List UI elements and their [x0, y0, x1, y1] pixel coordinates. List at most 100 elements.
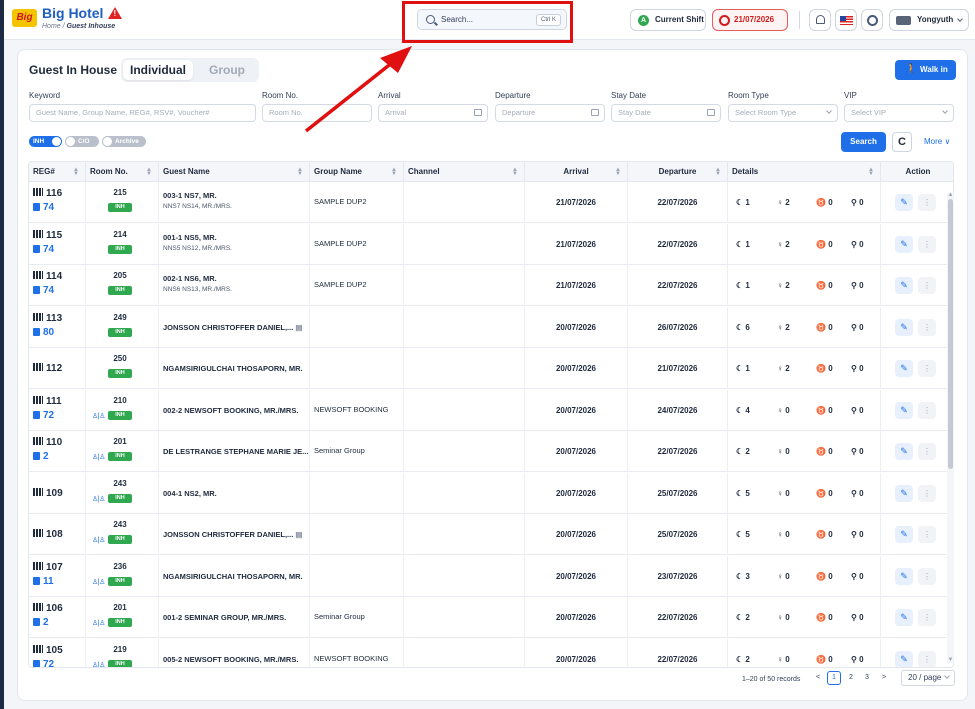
- edit-button[interactable]: ✎: [895, 235, 913, 253]
- reservation-link[interactable]: 2: [33, 617, 49, 628]
- reservation-link[interactable]: 2: [33, 451, 49, 462]
- more-actions-button[interactable]: ⋮: [918, 567, 936, 585]
- edit-button[interactable]: ✎: [895, 567, 913, 585]
- table-row[interactable]: 113 80 249 INH JONSSON CHRISTOFFER DANIEL,..…: [29, 306, 953, 348]
- scroll-down-arrow[interactable]: ▼: [947, 657, 954, 663]
- reservation-link[interactable]: 72: [33, 410, 54, 421]
- guest-name[interactable]: 004-1 NS2, MR.: [163, 489, 217, 498]
- table-row[interactable]: 109 243 ♙|♙ INH 004-1 NS2, MR. 20/07/2026 25/0…: [29, 472, 953, 514]
- table-row[interactable]: 107 11 236 ♙|♙ INH NGAMSIRIGULCHAI THOSAPORN,…: [29, 555, 953, 597]
- more-actions-button[interactable]: ⋮: [918, 235, 936, 253]
- user-menu-button[interactable]: Yongyuth: [889, 9, 969, 31]
- reservation-link[interactable]: 11: [33, 576, 54, 587]
- more-actions-button[interactable]: ⋮: [918, 360, 936, 377]
- column-header-departure[interactable]: Departure ▲ ▼: [628, 162, 728, 182]
- reg-number[interactable]: 116: [33, 188, 62, 199]
- reservation-link[interactable]: 74: [33, 285, 54, 296]
- room-no-input[interactable]: Room No.: [262, 104, 372, 122]
- guest-name[interactable]: 002-2 NEWSOFT BOOKING, MR./MRS.: [163, 406, 298, 415]
- page-2-button[interactable]: 2: [844, 671, 858, 685]
- reg-number[interactable]: 106: [33, 603, 63, 614]
- page-size-select[interactable]: 20 / page: [901, 670, 955, 686]
- reservation-link[interactable]: 80: [33, 327, 54, 338]
- more-filters-link[interactable]: More ∨: [924, 137, 950, 146]
- scrollbar-thumb[interactable]: [948, 199, 953, 469]
- reg-number[interactable]: 115: [33, 229, 62, 241]
- reservation-link[interactable]: 74: [33, 202, 54, 213]
- edit-button[interactable]: ✎: [895, 277, 913, 294]
- page-3-button[interactable]: 3: [860, 671, 874, 685]
- reg-number[interactable]: 110: [33, 437, 62, 448]
- table-row[interactable]: 111 72 210 ♙|♙ INH 002-2 NEWSOFT BOOKING, MR.…: [29, 389, 953, 431]
- keyword-input[interactable]: Guest Name, Group Name, REG#, RSV#, Vouc…: [29, 104, 256, 122]
- warning-icon[interactable]: !: [108, 7, 123, 19]
- page-1-button[interactable]: 1: [827, 671, 841, 685]
- guest-name[interactable]: NGAMSIRIGULCHAI THOSAPORN, MR.: [163, 572, 303, 581]
- reg-number[interactable]: 111: [33, 395, 62, 407]
- column-header-channel[interactable]: Channel ▲ ▼: [404, 162, 525, 182]
- table-row[interactable]: 115 74 214 INH 001-1 NS5, MR. NNS5 NS12, MR./…: [29, 223, 953, 265]
- edit-button[interactable]: ✎: [895, 609, 913, 626]
- edit-button[interactable]: ✎: [895, 318, 913, 336]
- guest-name[interactable]: 002-1 NS6, MR.: [163, 274, 217, 283]
- more-actions-button[interactable]: ⋮: [918, 609, 936, 626]
- prev-page-button[interactable]: <: [811, 671, 825, 685]
- edit-button[interactable]: ✎: [895, 360, 913, 377]
- column-header-group-name[interactable]: Group Name ▲ ▼: [310, 162, 404, 182]
- guest-name[interactable]: DE LESTRANGE STEPHANE MARIE JE...: [163, 447, 308, 456]
- edit-button[interactable]: ✎: [895, 526, 913, 543]
- column-header-reg[interactable]: REG# ▲ ▼: [29, 162, 86, 182]
- more-actions-button[interactable]: ⋮: [918, 318, 936, 336]
- brand-title[interactable]: Big Hotel!: [42, 5, 123, 21]
- table-scrollbar[interactable]: ▲ ▼: [947, 192, 954, 663]
- hotel-logo[interactable]: Big: [12, 9, 37, 27]
- table-row[interactable]: 110 2 201 ♙|♙ INH DE LESTRANGE STEPHANE MARIE…: [29, 431, 953, 472]
- column-header-details[interactable]: Details ▲ ▼: [728, 162, 881, 182]
- toggle-inh[interactable]: INH: [29, 136, 62, 147]
- reg-number[interactable]: 112: [33, 363, 62, 374]
- reg-number[interactable]: 114: [33, 271, 62, 282]
- table-row[interactable]: 112 250 INH NGAMSIRIGULCHAI THOSAPORN, MR. 2…: [29, 348, 953, 389]
- current-shift-button[interactable]: A Current Shift: [630, 9, 706, 31]
- language-button[interactable]: [835, 9, 857, 31]
- reg-number[interactable]: 113: [33, 312, 62, 324]
- next-page-button[interactable]: >: [877, 671, 891, 685]
- tab-group[interactable]: Group: [197, 60, 257, 80]
- edit-button[interactable]: ✎: [895, 194, 913, 211]
- reservation-link[interactable]: 72: [33, 659, 54, 667]
- guest-name[interactable]: NGAMSIRIGULCHAI THOSAPORN, MR.: [163, 364, 303, 373]
- reg-number[interactable]: 107: [33, 561, 63, 573]
- more-actions-button[interactable]: ⋮: [918, 277, 936, 294]
- guest-name[interactable]: JONSSON CHRISTOFFER DANIEL,... ▤: [163, 530, 302, 539]
- table-row[interactable]: 116 74 215 INH 003-1 NS7, MR. NNS7 NS14, MR./…: [29, 182, 953, 223]
- more-actions-button[interactable]: ⋮: [918, 443, 936, 460]
- column-header-guest-name[interactable]: Guest Name ▲ ▼: [159, 162, 310, 182]
- toggle-checked-out[interactable]: C/O: [65, 136, 99, 147]
- tab-individual[interactable]: Individual: [123, 60, 193, 80]
- table-row[interactable]: 114 74 205 INH 002-1 NS6, MR. NNS6 NS13, MR./…: [29, 265, 953, 306]
- scroll-up-arrow[interactable]: ▲: [947, 192, 954, 198]
- vip-select[interactable]: Select VIP: [844, 104, 954, 122]
- guest-name[interactable]: 003-1 NS7, MR.: [163, 191, 217, 200]
- table-row[interactable]: 108 243 ♙|♙ INH JONSSON CHRISTOFFER DANIEL,.…: [29, 514, 953, 555]
- guest-name[interactable]: 001-1 NS5, MR.: [163, 233, 217, 242]
- edit-button[interactable]: ✎: [895, 443, 913, 460]
- reservation-link[interactable]: 74: [33, 244, 54, 255]
- reg-number[interactable]: 109: [33, 487, 63, 499]
- walk-in-button[interactable]: 🚶 Walk in: [895, 60, 956, 80]
- edit-button[interactable]: ✎: [895, 484, 913, 502]
- theme-button[interactable]: [861, 9, 883, 31]
- arrival-date-input[interactable]: Arrival: [378, 104, 488, 122]
- table-row[interactable]: 105 72 219 ♙|♙ INH 005-2 NEWSOFT BOOKING, MR.…: [29, 638, 953, 667]
- search-button[interactable]: Search: [841, 132, 886, 152]
- column-header-arrival[interactable]: Arrival ▲ ▼: [525, 162, 628, 182]
- edit-button[interactable]: ✎: [895, 401, 913, 419]
- stay-date-input[interactable]: Stay Date: [611, 104, 721, 122]
- room-type-select[interactable]: Select Room Type: [728, 104, 838, 122]
- more-actions-button[interactable]: ⋮: [918, 194, 936, 211]
- guest-name[interactable]: JONSSON CHRISTOFFER DANIEL,... ▤: [163, 323, 302, 332]
- more-actions-button[interactable]: ⋮: [918, 526, 936, 543]
- column-header-room[interactable]: Room No. ▲ ▼: [86, 162, 159, 182]
- refresh-button[interactable]: C: [892, 132, 912, 152]
- toggle-archive[interactable]: Archive: [102, 136, 146, 147]
